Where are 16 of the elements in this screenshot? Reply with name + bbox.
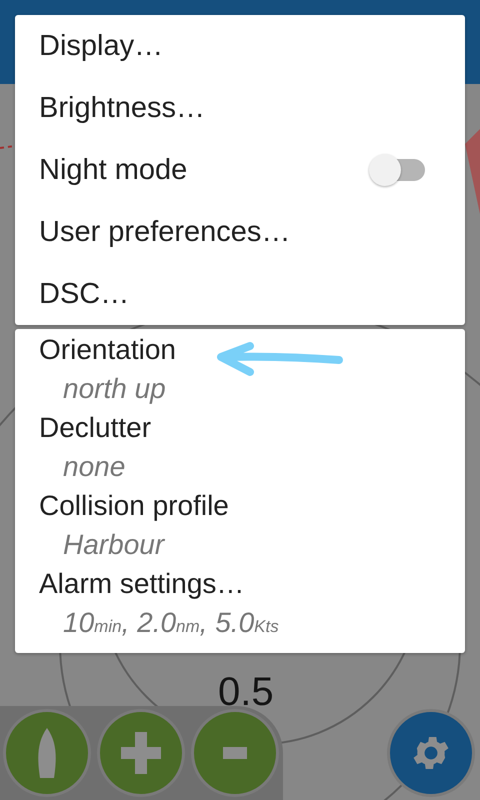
setting-title[interactable]: Declutter [39,409,152,447]
setting-title[interactable]: Collision profile [39,487,229,525]
setting-value: Harbour [63,528,164,562]
menu-item[interactable]: Display… [39,30,164,62]
menu-item[interactable]: User preferences… [39,216,290,248]
minus-icon [223,747,247,759]
menu-item[interactable]: Night mode [39,154,188,186]
night-mode-switch[interactable] [369,153,427,187]
menu-item[interactable]: Brightness… [39,92,206,124]
setting-title[interactable]: Orientation [39,331,176,369]
menu-item[interactable]: DSC… [39,278,130,310]
setting-value: none [63,450,126,484]
setting-title[interactable]: Alarm settings… [39,565,244,603]
setting-value: north up [63,372,166,406]
plus-icon [121,732,161,774]
range-label: 0.5 [218,672,274,712]
